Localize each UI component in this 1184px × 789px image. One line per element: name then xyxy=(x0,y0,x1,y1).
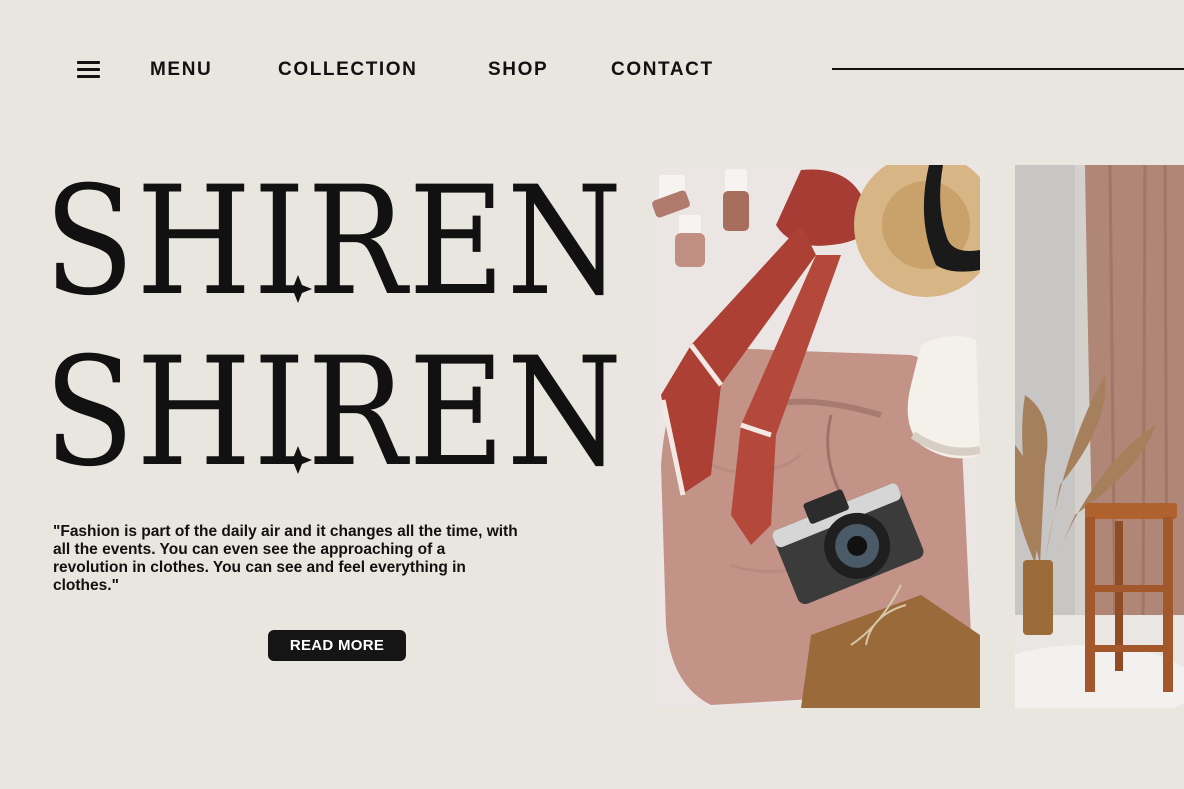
hamburger-menu-icon[interactable] xyxy=(77,61,100,79)
hero-title-text-1: SHIREN xyxy=(44,155,624,329)
hero-title-line-2: SHIREN xyxy=(44,306,634,500)
hero-quote: "Fashion is part of the daily air and it… xyxy=(53,523,518,594)
hero-title-line-1: SHIREN xyxy=(44,135,634,329)
flatlay-photo xyxy=(651,165,980,708)
nav-shop-link[interactable]: SHOP xyxy=(488,59,548,81)
nav-contact-link[interactable]: CONTACT xyxy=(611,59,714,81)
top-navigation: MENU COLLECTION SHOP CONTACT xyxy=(0,0,1184,140)
nav-collection-link[interactable]: COLLECTION xyxy=(278,59,418,81)
interior-photo xyxy=(1015,165,1184,708)
nav-divider-line xyxy=(832,68,1184,70)
nav-menu-link[interactable]: MENU xyxy=(150,59,212,81)
hero-title-text-2: SHIREN xyxy=(44,326,624,500)
read-more-button[interactable]: READ MORE xyxy=(268,630,406,661)
